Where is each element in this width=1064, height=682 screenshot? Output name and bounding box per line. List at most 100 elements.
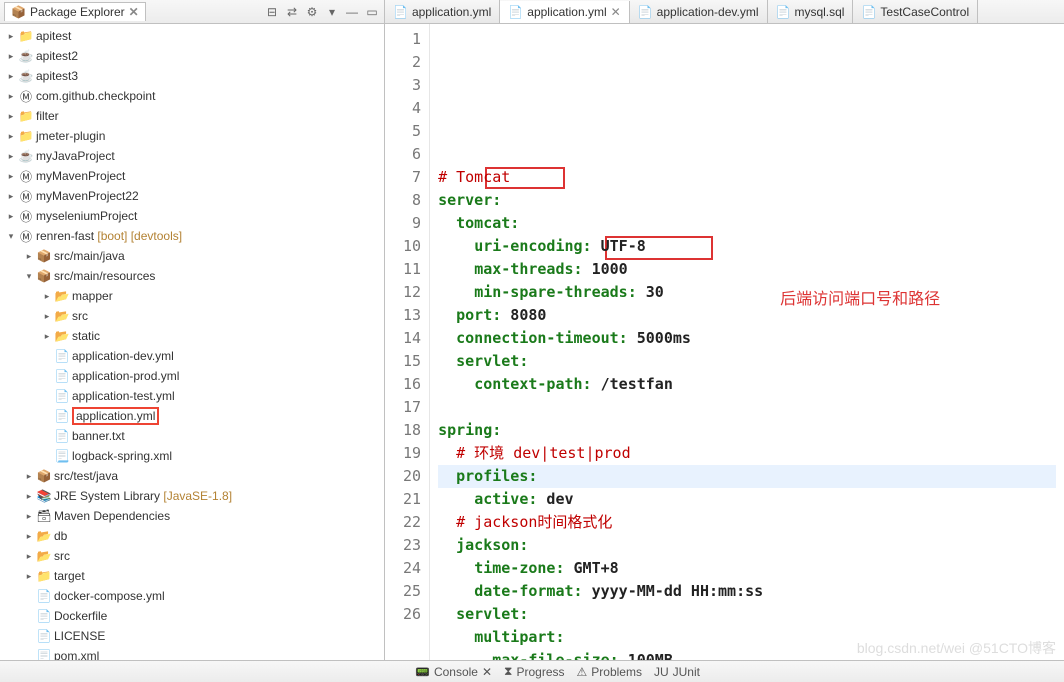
- expand-arrow-icon[interactable]: ▸: [22, 491, 36, 502]
- code-line[interactable]: max-file-size: 100MB: [438, 649, 1056, 660]
- pkgfolder-icon: 📂: [36, 528, 52, 544]
- code-line[interactable]: tomcat:: [438, 212, 1056, 235]
- tree-item[interactable]: ▾📦src/main/resources: [0, 266, 384, 286]
- tree-item[interactable]: ▸ⓂmyMavenProject: [0, 166, 384, 186]
- tree-item[interactable]: ▸ⓂmyMavenProject22: [0, 186, 384, 206]
- tree-item[interactable]: 📃pom.xml: [0, 646, 384, 660]
- tree-item[interactable]: ▸📁apitest: [0, 26, 384, 46]
- tree-item[interactable]: ▸📂static: [0, 326, 384, 346]
- code-line[interactable]: [438, 396, 1056, 419]
- expand-arrow-icon[interactable]: ▸: [4, 191, 18, 202]
- code-line[interactable]: time-zone: GMT+8: [438, 557, 1056, 580]
- progress-tab[interactable]: ⧗ Progress: [504, 664, 564, 679]
- code-line[interactable]: multipart:: [438, 626, 1056, 649]
- expand-arrow-icon[interactable]: ▸: [4, 31, 18, 42]
- editor-tab[interactable]: 📄mysql.sql: [768, 0, 854, 23]
- maximize-icon[interactable]: ▭: [364, 4, 380, 20]
- code-editor[interactable]: 后端访问端口号和路径 # Tomcatserver: tomcat: uri-e…: [430, 24, 1064, 660]
- expand-arrow-icon[interactable]: ▸: [4, 71, 18, 82]
- code-line[interactable]: uri-encoding: UTF-8: [438, 235, 1056, 258]
- expand-arrow-icon[interactable]: ▸: [22, 551, 36, 562]
- tree-item[interactable]: ▸📁target: [0, 566, 384, 586]
- tree-item-label: myseleniumProject: [36, 209, 137, 223]
- filter-icon[interactable]: ⚙: [304, 4, 320, 20]
- code-line[interactable]: # jackson时间格式化: [438, 511, 1056, 534]
- view-menu-icon[interactable]: ▾: [324, 4, 340, 20]
- close-icon[interactable]: ✕: [129, 5, 139, 19]
- tree-item[interactable]: 📄application.yml: [0, 406, 384, 426]
- code-line[interactable]: min-spare-threads: 30: [438, 281, 1056, 304]
- expand-arrow-icon[interactable]: ▸: [40, 291, 54, 302]
- expand-arrow-icon[interactable]: ▸: [22, 571, 36, 582]
- tree-item[interactable]: 📃logback-spring.xml: [0, 446, 384, 466]
- expand-arrow-icon[interactable]: ▸: [22, 511, 36, 522]
- tree-item[interactable]: ▾Ⓜrenren-fast [boot] [devtools]: [0, 226, 384, 246]
- code-line[interactable]: servlet:: [438, 350, 1056, 373]
- package-explorer-tree[interactable]: ▸📁apitest▸☕apitest2▸☕apitest3▸Ⓜcom.githu…: [0, 24, 384, 660]
- expand-arrow-icon[interactable]: ▸: [40, 331, 54, 342]
- expand-arrow-icon[interactable]: ▸: [4, 51, 18, 62]
- code-line[interactable]: servlet:: [438, 603, 1056, 626]
- expand-arrow-icon[interactable]: ▸: [40, 311, 54, 322]
- close-icon[interactable]: ✕: [611, 5, 621, 19]
- expand-arrow-icon[interactable]: ▸: [22, 251, 36, 262]
- tree-item[interactable]: ▸☕apitest2: [0, 46, 384, 66]
- tree-item[interactable]: ▸📁jmeter-plugin: [0, 126, 384, 146]
- code-line[interactable]: jackson:: [438, 534, 1056, 557]
- code-line[interactable]: profiles:: [438, 465, 1056, 488]
- code-line[interactable]: spring:: [438, 419, 1056, 442]
- editor-body[interactable]: 1234567891011121314151617181920212223242…: [385, 24, 1064, 660]
- problems-tab[interactable]: ⚠ Problems: [577, 665, 642, 679]
- tree-item[interactable]: ▸📦src/test/java: [0, 466, 384, 486]
- tree-item[interactable]: 📄banner.txt: [0, 426, 384, 446]
- file-icon: 📄: [54, 348, 70, 364]
- tree-item[interactable]: 📄application-prod.yml: [0, 366, 384, 386]
- expand-arrow-icon[interactable]: ▸: [4, 151, 18, 162]
- code-line[interactable]: port: 8080: [438, 304, 1056, 327]
- editor-tab[interactable]: 📄application-dev.yml: [630, 0, 768, 23]
- tree-item[interactable]: ▸ⓂmyseleniumProject: [0, 206, 384, 226]
- tree-item[interactable]: ▸📚JRE System Library [JavaSE-1.8]: [0, 486, 384, 506]
- tree-item[interactable]: ▸📂db: [0, 526, 384, 546]
- tree-item[interactable]: 📄LICENSE: [0, 626, 384, 646]
- code-line[interactable]: date-format: yyyy-MM-dd HH:mm:ss: [438, 580, 1056, 603]
- junit-tab[interactable]: JU JUnit: [654, 665, 700, 679]
- console-tab[interactable]: 📟 Console ✕: [415, 665, 492, 679]
- editor-tab[interactable]: 📄application.yml: [385, 0, 500, 23]
- package-explorer-tab[interactable]: 📦 Package Explorer ✕: [4, 2, 146, 21]
- expand-arrow-icon[interactable]: ▸: [4, 211, 18, 222]
- code-line[interactable]: # 环境 dev|test|prod: [438, 442, 1056, 465]
- expand-arrow-icon[interactable]: ▸: [22, 531, 36, 542]
- tree-item[interactable]: ▸📦src/main/java: [0, 246, 384, 266]
- expand-arrow-icon[interactable]: ▸: [22, 471, 36, 482]
- tree-item[interactable]: ▸📁filter: [0, 106, 384, 126]
- expand-arrow-icon[interactable]: ▸: [4, 91, 18, 102]
- collapse-all-icon[interactable]: ⊟: [264, 4, 280, 20]
- tree-item[interactable]: 📄application-test.yml: [0, 386, 384, 406]
- tree-item[interactable]: ▸📂mapper: [0, 286, 384, 306]
- expand-arrow-icon[interactable]: ▸: [4, 111, 18, 122]
- editor-tab[interactable]: 📄application.yml✕: [500, 1, 629, 24]
- code-line[interactable]: server:: [438, 189, 1056, 212]
- editor-tab[interactable]: 📄TestCaseControl: [853, 0, 978, 23]
- tree-item[interactable]: 📄docker-compose.yml: [0, 586, 384, 606]
- expand-arrow-icon[interactable]: ▾: [22, 271, 36, 282]
- expand-arrow-icon[interactable]: ▾: [4, 231, 18, 242]
- tree-item[interactable]: ▸☕myJavaProject: [0, 146, 384, 166]
- tree-item[interactable]: ▸🗃Maven Dependencies: [0, 506, 384, 526]
- expand-arrow-icon[interactable]: ▸: [4, 171, 18, 182]
- tree-item[interactable]: ▸Ⓜcom.github.checkpoint: [0, 86, 384, 106]
- minimize-icon[interactable]: —: [344, 4, 360, 20]
- code-line[interactable]: active: dev: [438, 488, 1056, 511]
- tree-item[interactable]: 📄Dockerfile: [0, 606, 384, 626]
- tree-item[interactable]: ▸☕apitest3: [0, 66, 384, 86]
- tree-item[interactable]: ▸📂src: [0, 546, 384, 566]
- code-line[interactable]: max-threads: 1000: [438, 258, 1056, 281]
- code-line[interactable]: # Tomcat: [438, 166, 1056, 189]
- code-line[interactable]: context-path: /testfan: [438, 373, 1056, 396]
- tree-item[interactable]: 📄application-dev.yml: [0, 346, 384, 366]
- tree-item[interactable]: ▸📂src: [0, 306, 384, 326]
- link-with-editor-icon[interactable]: ⇄: [284, 4, 300, 20]
- expand-arrow-icon[interactable]: ▸: [4, 131, 18, 142]
- code-line[interactable]: connection-timeout: 5000ms: [438, 327, 1056, 350]
